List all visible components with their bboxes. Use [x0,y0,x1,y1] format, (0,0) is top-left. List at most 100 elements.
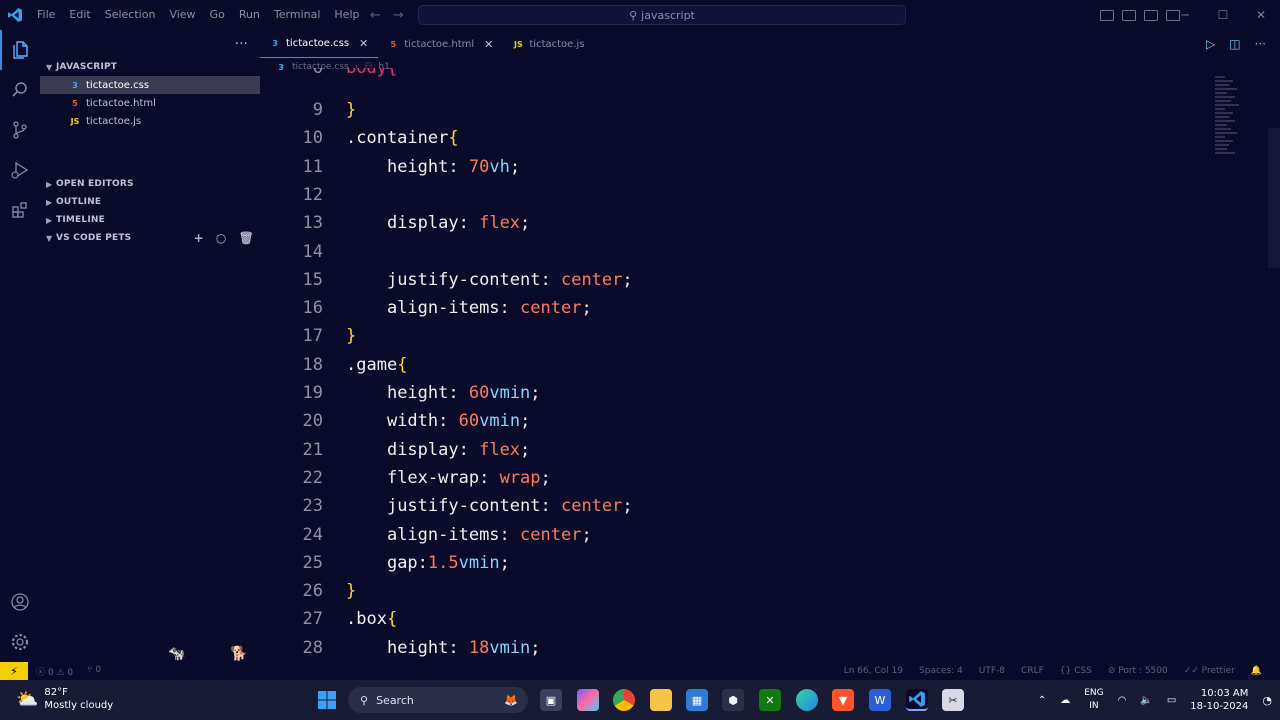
code-text: gap:1.5vmin; [386,552,510,573]
explorer-icon[interactable] [0,30,40,70]
section-label: OUTLINE [56,197,102,207]
toggle-panel-icon[interactable] [1122,9,1136,21]
code-text: body{ [346,68,398,78]
maximize-icon[interactable]: ☐ [1204,0,1242,30]
problems-indicator[interactable]: ⓧ 0 ⚠ 0 [36,665,73,678]
throw-ball-icon[interactable]: ○ [216,231,227,245]
code-editor[interactable]: 6 body{ 9} 10 .container{11 height: 70vh; 1… [260,68,1260,662]
close-tab-icon[interactable]: ✕ [359,37,368,50]
explorer-root-folder[interactable]: ▼ JAVASCRIPT [40,58,260,76]
menu-help[interactable]: Help [327,0,366,30]
menu-edit[interactable]: Edit [62,0,97,30]
section-vs-code-pets[interactable]: ▼ VS CODE PETS + ○ 🗑 [40,229,260,247]
task-view-icon[interactable]: ▣ [540,689,562,711]
line-number: 28 [302,637,323,658]
back-arrow-icon[interactable]: ← [370,8,381,23]
clock[interactable]: 10:03 AM 18-10-2024 [1190,687,1248,713]
file-item-tictactoe-js[interactable]: JS tictactoe.js [40,112,260,130]
file-explorer-icon[interactable] [650,689,672,711]
indentation[interactable]: Spaces: 4 [919,666,963,676]
toggle-secondary-sidebar-icon[interactable] [1144,9,1158,21]
prettier-status[interactable]: ✓✓ Prettier [1184,666,1235,676]
language-indicator[interactable]: ENG IN [1084,687,1103,713]
app-hex-icon[interactable]: ⬢ [722,689,744,711]
menu-view[interactable]: View [162,0,202,30]
pet-cow-icon: 🐄 [168,646,186,662]
run-file-icon[interactable]: ▷ [1206,37,1215,51]
command-center-search[interactable]: ⚲ javascript [418,5,906,25]
cursor-position[interactable]: Ln 66, Col 19 [844,666,903,676]
xbox-icon[interactable]: ✕ [759,689,781,711]
windows-start-icon[interactable] [316,689,338,711]
editor-scrollbar[interactable] [1268,128,1280,268]
vscode-taskbar-icon[interactable] [906,689,928,711]
more-actions-icon[interactable]: ··· [235,36,248,52]
close-icon[interactable]: ✕ [1242,0,1280,30]
snipping-tool-icon[interactable]: ✂ [942,689,964,711]
section-timeline[interactable]: ▶ TIMELINE [40,211,260,229]
code-line: 23 justify-content: center; [260,492,1260,520]
code-text: justify-content: center; [386,269,633,290]
forward-arrow-icon[interactable]: → [393,8,404,23]
menu-terminal[interactable]: Terminal [267,0,328,30]
app-w-icon[interactable]: W [869,689,891,711]
chrome-icon[interactable] [613,689,635,711]
volume-icon[interactable]: 🔈 [1140,695,1152,706]
code-text: align-items: center; [386,524,592,545]
tab-tictactoe-js[interactable]: JS tictactoe.js [503,30,594,58]
settings-gear-icon[interactable] [0,622,40,662]
tab-tictactoe-css[interactable]: 3 tictactoe.css ✕ [260,30,379,58]
live-server-port[interactable]: ⊘ Port : 5500 [1108,666,1168,676]
source-control-icon[interactable] [0,110,40,150]
edge-icon[interactable] [796,689,818,711]
section-open-editors[interactable]: ▶ OPEN EDITORS [40,175,260,193]
line-ending[interactable]: CRLF [1021,666,1044,676]
menu-file[interactable]: File [30,0,62,30]
microsoft-store-icon[interactable]: ▦ [686,689,708,711]
remote-icon[interactable]: ⚡ [0,662,28,680]
run-debug-icon[interactable] [0,150,40,190]
notifications-bell-icon[interactable]: 🔔 [1251,666,1262,676]
onedrive-cloud-icon[interactable]: ☁ [1060,695,1070,706]
root-folder-label: JAVASCRIPT [56,62,118,72]
tab-tictactoe-html[interactable]: 5 tictactoe.html ✕ [378,30,503,58]
notification-center-icon[interactable]: ◔ [1262,694,1272,707]
weather-widget[interactable]: ⛅ 82°F Mostly cloudy [16,686,113,712]
more-actions-icon[interactable]: ··· [1255,37,1266,51]
minimize-icon[interactable]: ─ [1166,0,1204,30]
extensions-icon[interactable] [0,190,40,230]
explorer-sidebar: ··· ▼ JAVASCRIPT 3 tictactoe.css 5 ticta… [40,30,260,662]
code-text: height: 60vmin; [386,383,541,403]
battery-icon[interactable]: ▭ [1167,695,1176,706]
taskbar-search[interactable]: ⚲ Search 🦊 [348,687,528,713]
split-editor-icon[interactable]: ◫ [1229,37,1240,51]
code-line: 14 [260,238,1260,266]
brave-icon[interactable]: ▼ [832,689,854,711]
copilot-icon[interactable] [577,689,599,711]
file-label: tictactoe.js [86,115,142,127]
minimap[interactable] [1215,76,1245,166]
toggle-sidebar-icon[interactable] [1100,9,1114,21]
chevron-up-icon[interactable]: ⌃ [1038,695,1046,706]
language-mode[interactable]: {} CSS [1060,666,1092,676]
section-outline[interactable]: ▶ OUTLINE [40,193,260,211]
warnings-count: 0 [67,667,74,678]
encoding[interactable]: UTF-8 [979,666,1005,676]
file-item-tictactoe-html[interactable]: 5 tictactoe.html [40,94,260,112]
errors-count: 0 [47,667,54,678]
ports-indicator[interactable]: ⑂ 0 [87,665,101,678]
delete-pet-icon[interactable]: 🗑 [239,231,254,245]
code-line: 20 width: 60vmin; [260,407,1260,435]
search-icon[interactable] [0,70,40,110]
menu-run[interactable]: Run [232,0,267,30]
accounts-icon[interactable] [0,582,40,622]
file-item-tictactoe-css[interactable]: 3 tictactoe.css [40,76,260,94]
menu-selection[interactable]: Selection [98,0,163,30]
close-tab-icon[interactable]: ✕ [484,38,493,51]
menu-go[interactable]: Go [203,0,232,30]
wifi-icon[interactable]: ◠ [1118,695,1127,706]
vscode-logo-icon [0,0,30,30]
ports-count: 0 [95,664,102,675]
line-number: 26 [302,581,323,602]
add-pet-icon[interactable]: + [194,231,204,245]
